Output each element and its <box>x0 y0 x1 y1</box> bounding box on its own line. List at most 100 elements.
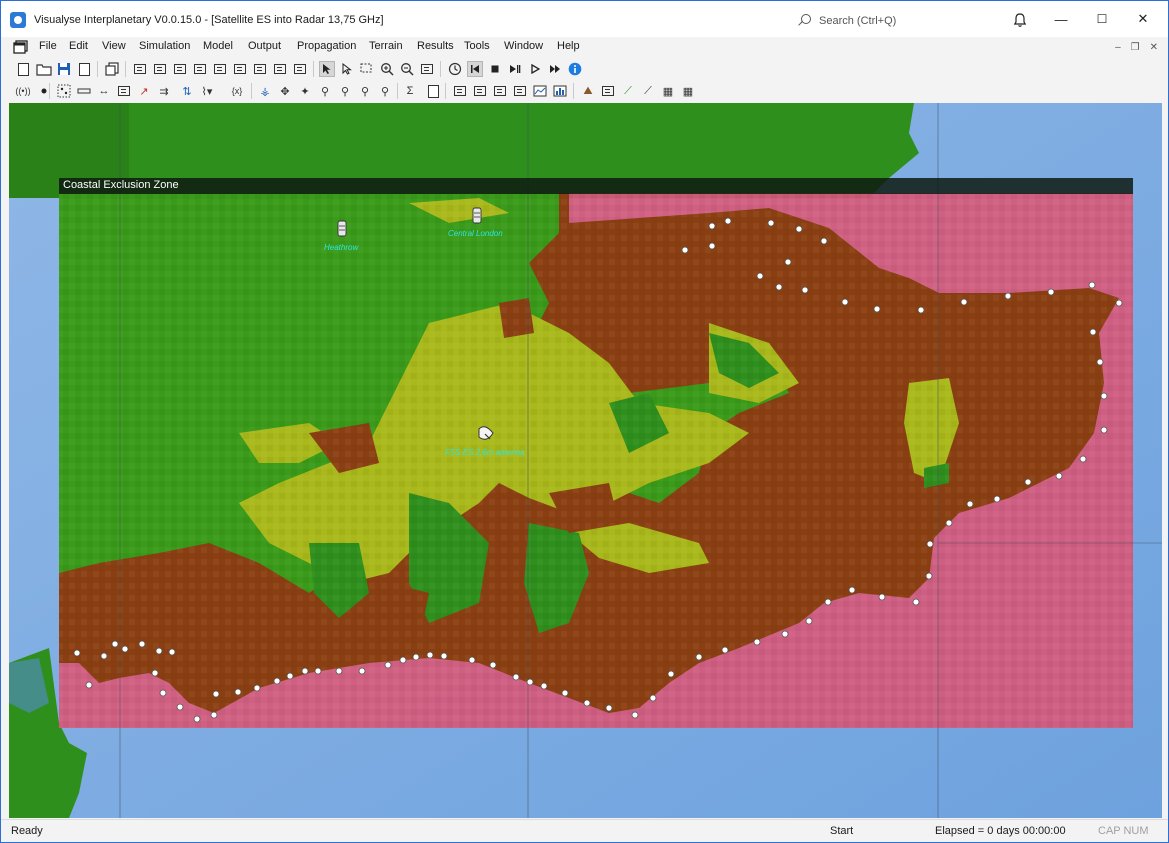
constellation-icon[interactable]: ✥ <box>277 83 293 99</box>
add-antenna-icon[interactable] <box>192 61 208 77</box>
stop-icon[interactable] <box>487 61 503 77</box>
menu-output[interactable]: Output <box>248 40 281 52</box>
add-link-icon[interactable] <box>132 61 148 77</box>
close-button[interactable]: ✕ <box>1122 1 1164 37</box>
document-window-icon[interactable] <box>13 40 29 54</box>
fast-forward-icon[interactable] <box>547 61 563 77</box>
status-ready: Ready <box>11 825 43 837</box>
add-filter-icon[interactable] <box>272 61 288 77</box>
open-file-icon[interactable] <box>36 61 52 77</box>
add-terrain-icon[interactable] <box>292 61 308 77</box>
beam-icon[interactable]: ✦ <box>297 83 313 99</box>
search-icon <box>797 14 811 28</box>
add-carrier-icon[interactable] <box>172 61 188 77</box>
menu-bar: File Edit View Simulation Model Output P… <box>1 37 1168 57</box>
station-label-heathrow: Heathrow <box>324 243 359 252</box>
menu-model[interactable]: Model <box>203 40 233 52</box>
horizontal-arrows-icon[interactable]: ↔ <box>96 83 112 99</box>
terrain-area-icon[interactable] <box>600 83 616 99</box>
pointer-link-icon[interactable] <box>339 61 355 77</box>
radar-tower-icon[interactable] <box>472 207 482 224</box>
step-forward-icon[interactable] <box>507 61 523 77</box>
broadcast-icon[interactable]: ((•)) <box>15 83 31 99</box>
route-dropdown-icon[interactable]: ⌇▾ <box>199 83 215 99</box>
variable-x-icon[interactable]: {x} <box>229 83 245 99</box>
copy-icon[interactable] <box>104 61 120 77</box>
radar-tower-icon[interactable] <box>337 220 347 237</box>
save-icon[interactable] <box>56 61 72 77</box>
menu-terrain[interactable]: Terrain <box>369 40 403 52</box>
app-logo-icon <box>10 12 26 28</box>
station-link-icon[interactable]: ⚲ <box>317 83 333 99</box>
menu-file[interactable]: File <box>39 40 57 52</box>
terrain-profile-icon[interactable]: ▦ <box>680 83 696 99</box>
menu-help[interactable]: Help <box>557 40 580 52</box>
map-canvas[interactable] <box>9 103 1162 818</box>
map-view-icon[interactable] <box>512 83 528 99</box>
tracks-icon[interactable]: ⇉ <box>156 83 172 99</box>
terrain-path-icon[interactable]: ⟋ <box>620 83 636 99</box>
map-view[interactable]: Coastal Exclusion Zone Heathrow Central … <box>9 103 1162 818</box>
terrain-point-icon[interactable]: ⟋ <box>640 83 656 99</box>
menu-simulation[interactable]: Simulation <box>139 40 190 52</box>
menu-tools[interactable]: Tools <box>464 40 490 52</box>
mdi-controls: – ❐ ✕ <box>1115 42 1158 53</box>
menu-window[interactable]: Window <box>504 40 543 52</box>
app-window: Visualyse Interplanetary V0.0.15.0 - [Sa… <box>0 0 1169 843</box>
zoom-out-icon[interactable] <box>399 61 415 77</box>
mdi-minimize-button[interactable]: – <box>1115 42 1121 53</box>
menu-results[interactable]: Results <box>417 40 454 52</box>
new-file-icon[interactable] <box>15 61 31 77</box>
zoom-in-icon[interactable] <box>379 61 395 77</box>
area-analysis-icon[interactable] <box>472 83 488 99</box>
toolbar-secondary: ((•)) ↔ ↗ ⇉ ⇅ ⌇▾ {x} ⚶ ✥ ✦ ⚲ ⚲ ⚲ ⚲ Σ ⛰ ⟋… <box>1 80 1168 102</box>
graph-view-icon[interactable] <box>532 83 548 99</box>
satellite-add-icon[interactable]: ⚶ <box>257 83 273 99</box>
zone-label-bar <box>59 178 1133 194</box>
title-bar: Visualyse Interplanetary V0.0.15.0 - [Sa… <box>1 1 1168 37</box>
terrain-grid-icon[interactable]: ▦ <box>660 83 676 99</box>
add-station-icon[interactable] <box>152 61 168 77</box>
zone-label: Coastal Exclusion Zone <box>63 179 179 191</box>
status-bar: Ready Start Elapsed = 0 days 00:00:00 CA… <box>1 819 1168 842</box>
report-icon[interactable] <box>452 83 468 99</box>
station-group-icon[interactable]: ⚲ <box>357 83 373 99</box>
sort-arrows-icon[interactable]: ⇅ <box>179 83 195 99</box>
notification-bell-icon[interactable] <box>1012 12 1028 28</box>
select-pointer-icon[interactable] <box>319 61 335 77</box>
vertical-bracket-icon[interactable] <box>116 83 132 99</box>
station-route-icon[interactable]: ⚲ <box>377 83 393 99</box>
search-box[interactable]: Search (Ctrl+Q) <box>797 11 977 31</box>
add-area-icon[interactable] <box>232 61 248 77</box>
histogram-icon[interactable] <box>552 83 568 99</box>
save-as-icon[interactable] <box>76 61 92 77</box>
status-caps: CAP NUM <box>1098 825 1149 837</box>
menu-propagation[interactable]: Propagation <box>297 40 356 52</box>
status-start: Start <box>830 825 854 837</box>
minimize-button[interactable]: — <box>1040 1 1082 37</box>
menu-view[interactable]: View <box>102 40 126 52</box>
search-placeholder: Search (Ctrl+Q) <box>819 15 897 27</box>
zoom-extent-icon[interactable] <box>419 61 435 77</box>
contour-icon[interactable] <box>492 83 508 99</box>
clock-icon[interactable] <box>447 61 463 77</box>
add-table-icon[interactable] <box>252 61 268 77</box>
terrain-icon[interactable]: ⛰ <box>580 83 596 99</box>
menu-edit[interactable]: Edit <box>69 40 88 52</box>
mdi-close-button[interactable]: ✕ <box>1150 42 1158 53</box>
toolbar-main <box>1 58 1168 80</box>
status-elapsed: Elapsed = 0 days 00:00:00 <box>935 825 1066 837</box>
info-icon[interactable] <box>567 61 583 77</box>
edit-document-icon[interactable] <box>425 83 441 99</box>
sum-icon[interactable]: Σ <box>402 83 418 99</box>
rewind-start-icon[interactable] <box>467 61 483 77</box>
line-segment-icon[interactable] <box>76 83 92 99</box>
box-select-icon[interactable] <box>359 61 375 77</box>
scatter-points-icon[interactable] <box>56 83 72 99</box>
trajectory-icon[interactable]: ↗ <box>136 83 152 99</box>
add-group-icon[interactable] <box>212 61 228 77</box>
mdi-restore-button[interactable]: ❐ <box>1131 42 1140 53</box>
play-icon[interactable] <box>527 61 543 77</box>
maximize-button[interactable]: ☐ <box>1081 1 1123 37</box>
station-track-icon[interactable]: ⚲ <box>337 83 353 99</box>
